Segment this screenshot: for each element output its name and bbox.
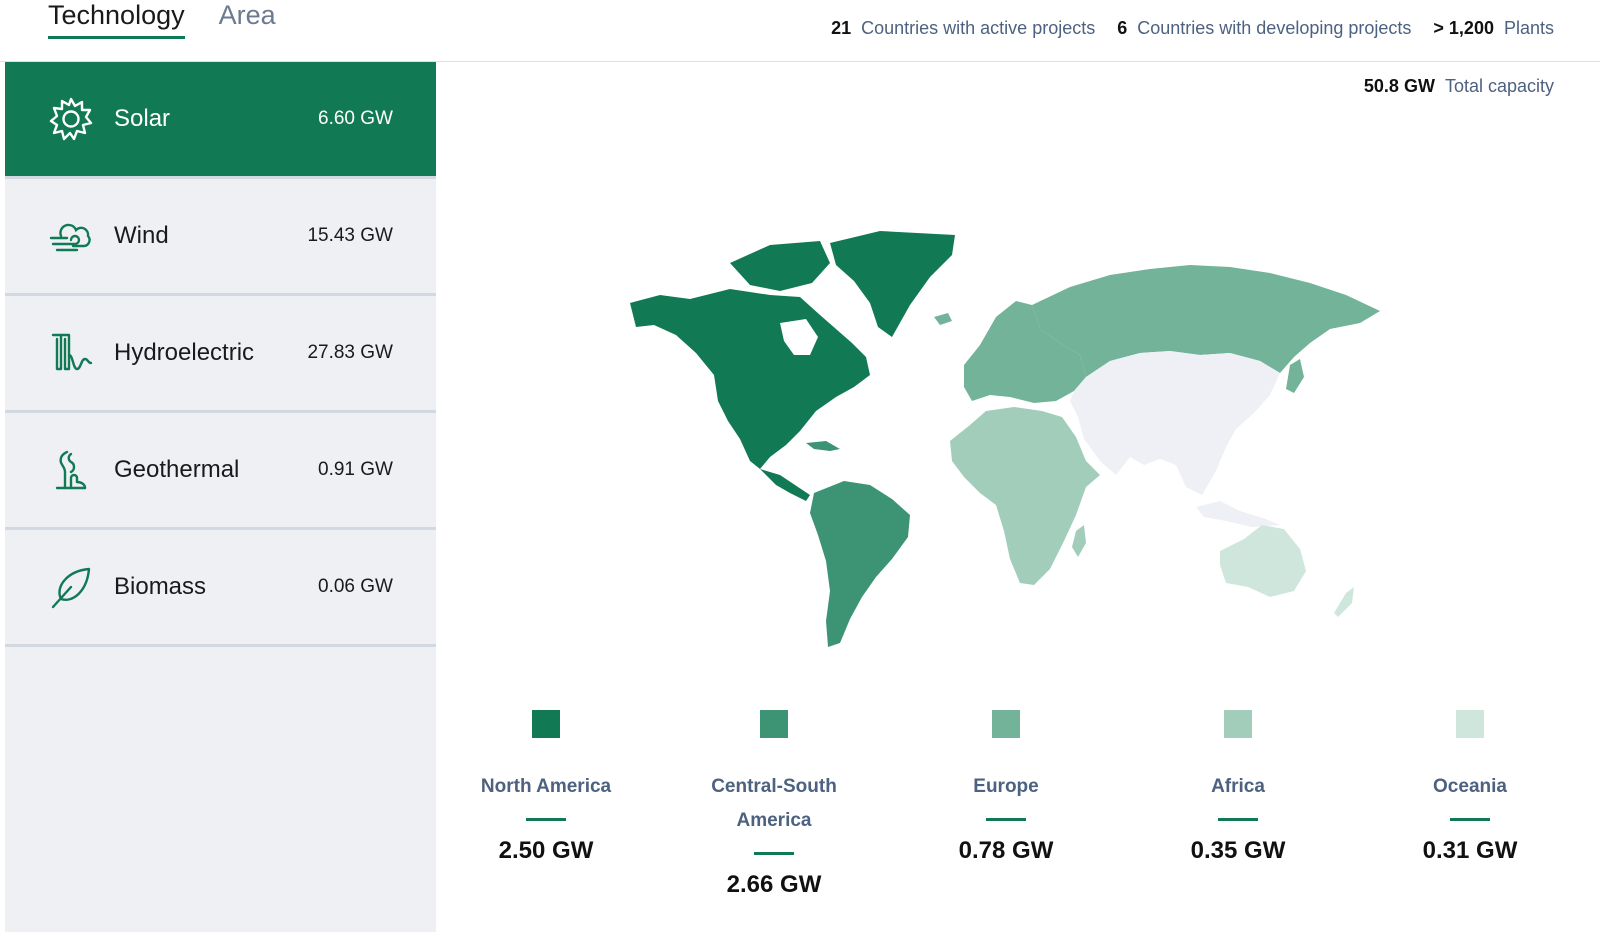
stat-plants: > 1,200 Plants [1433, 18, 1554, 39]
region-value: 2.66 GW [726, 871, 822, 898]
stat-label: Plants [1503, 18, 1554, 38]
map-new-zealand[interactable] [1334, 587, 1354, 617]
tech-item-hydroelectric[interactable]: Hydroelectric 27.83 GW [5, 296, 436, 413]
region-legend: North America 2.50 GW Central-South Amer… [436, 710, 1600, 910]
divider [1218, 818, 1258, 821]
color-swatch [760, 710, 788, 738]
region-value: 0.35 GW [1190, 837, 1286, 864]
tab-technology[interactable]: Technology [48, 0, 185, 39]
tech-name: Solar [114, 105, 171, 132]
region-value: 0.31 GW [1422, 837, 1518, 864]
divider [1450, 818, 1490, 821]
map-japan[interactable] [1286, 359, 1304, 393]
top-bar: Technology Area 21 Countries with active … [0, 0, 1600, 62]
region-value: 0.78 GW [958, 837, 1054, 864]
tech-name: Biomass [114, 573, 207, 600]
map-madagascar[interactable] [1072, 525, 1086, 557]
legend-item-oceania[interactable]: Oceania 0.31 GW [1360, 710, 1580, 865]
hydro-icon [49, 331, 93, 375]
color-swatch [992, 710, 1020, 738]
legend-item-africa[interactable]: Africa 0.35 GW [1128, 710, 1348, 865]
tech-name: Hydroelectric [114, 339, 255, 366]
stat-label: Countries with developing projects [1137, 18, 1412, 38]
sun-icon [49, 97, 93, 141]
tech-item-biomass[interactable]: Biomass 0.06 GW [5, 530, 436, 647]
tech-value: 27.83 GW [307, 342, 393, 363]
map-asia[interactable] [1070, 351, 1280, 495]
stat-value: 6 [1117, 18, 1128, 38]
map-south-america[interactable] [810, 481, 910, 647]
capacity-value: 50.8 GW [1363, 76, 1435, 96]
map-greenland[interactable] [830, 231, 955, 337]
tech-item-geothermal[interactable]: Geothermal 0.91 GW [5, 413, 436, 530]
map-north-america[interactable] [630, 289, 870, 469]
color-swatch [1224, 710, 1252, 738]
view-tabs: Technology Area [48, 0, 276, 39]
region-name: Central-South America [711, 776, 837, 831]
summary-stats: 21 Countries with active projects 6 Countr… [831, 18, 1554, 39]
region-name: Africa [1211, 776, 1265, 797]
map-africa[interactable] [950, 407, 1100, 585]
stat-value: 21 [831, 18, 852, 38]
color-swatch [1456, 710, 1484, 738]
capacity-label: Total capacity [1444, 76, 1554, 96]
stat-value: > 1,200 [1433, 18, 1494, 38]
geothermal-icon [49, 448, 93, 492]
region-value: 2.50 GW [498, 837, 594, 864]
tech-value: 0.06 GW [318, 576, 393, 597]
technology-sidebar: Solar 6.60 GW Wind 15.43 GW Hydroelectri… [5, 62, 436, 932]
tech-value: 15.43 GW [307, 225, 393, 246]
divider [754, 852, 794, 855]
stat-active-countries: 21 Countries with active projects [831, 18, 1095, 39]
legend-item-europe[interactable]: Europe 0.78 GW [896, 710, 1116, 865]
tech-item-solar[interactable]: Solar 6.60 GW [5, 62, 436, 179]
divider [986, 818, 1026, 821]
color-swatch [532, 710, 560, 738]
region-name: North America [480, 776, 612, 797]
tech-name: Wind [114, 222, 169, 249]
region-name: Europe [973, 776, 1039, 797]
stat-developing-countries: 6 Countries with developing projects [1117, 18, 1411, 39]
tab-area[interactable]: Area [219, 0, 276, 39]
leaf-icon [49, 565, 93, 609]
tech-name: Geothermal [114, 456, 240, 483]
tech-value: 6.60 GW [318, 108, 393, 129]
divider [526, 818, 566, 821]
tech-value: 0.91 GW [318, 459, 393, 480]
world-map [630, 231, 1380, 647]
map-central-america[interactable] [760, 469, 810, 501]
legend-item-north-america[interactable]: North America 2.50 GW [436, 710, 656, 865]
map-sea-islands[interactable] [1196, 501, 1280, 527]
stat-label: Countries with active projects [861, 18, 1096, 38]
map-arctic-islands[interactable] [730, 241, 830, 291]
total-capacity: 50.8 GW Total capacity [1364, 76, 1554, 97]
map-australia[interactable] [1220, 525, 1306, 597]
legend-item-central-south-america[interactable]: Central-South America 2.66 GW [668, 710, 880, 899]
map-caribbean[interactable] [806, 441, 840, 451]
map-iceland[interactable] [934, 313, 952, 325]
region-name: Oceania [1433, 776, 1507, 797]
tech-item-wind[interactable]: Wind 15.43 GW [5, 179, 436, 296]
wind-icon [49, 214, 93, 258]
